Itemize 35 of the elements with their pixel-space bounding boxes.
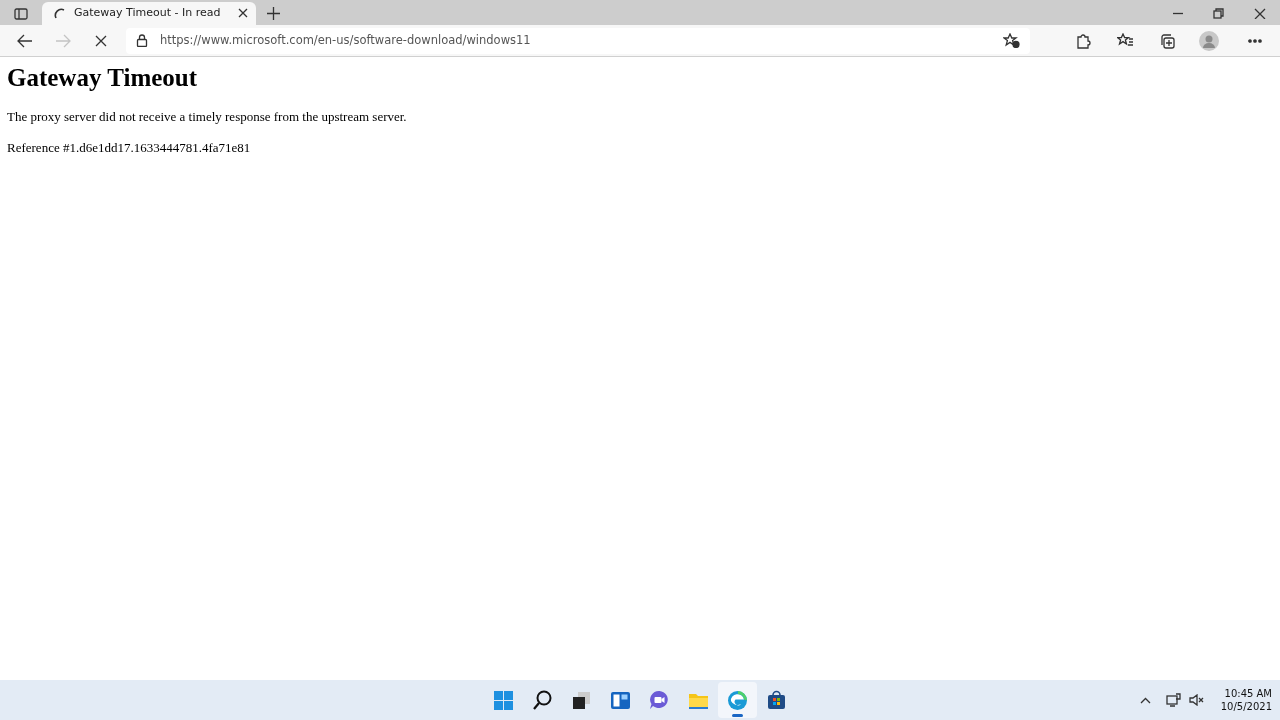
network-icon[interactable] xyxy=(1165,693,1181,707)
chat-icon xyxy=(649,689,670,711)
puzzle-icon xyxy=(1074,32,1092,49)
start-icon xyxy=(493,689,514,711)
lock-icon xyxy=(136,34,148,47)
star-list-icon xyxy=(1116,32,1134,49)
star-add-icon[interactable] xyxy=(1003,33,1020,48)
clock-time: 10:45 AM xyxy=(1223,687,1272,700)
widgets-icon xyxy=(610,689,631,711)
collections-icon xyxy=(1158,32,1176,49)
chevron-up-icon xyxy=(1140,696,1152,704)
reference-text: Reference #1.d6e1dd17.1633444781.4fa71e81 xyxy=(7,138,252,157)
plus-icon xyxy=(266,7,280,20)
close-icon xyxy=(95,34,107,47)
close-icon xyxy=(1253,8,1266,19)
url-text: https://www.microsoft.com/en-us/software-download/windows11 xyxy=(160,31,532,49)
more-icon xyxy=(1248,38,1262,43)
clock[interactable]: 10:45 AM 10/5/2021 xyxy=(1220,687,1272,713)
browser-tab[interactable]: Gateway Timeout - In read xyxy=(42,2,256,25)
back-arrow-icon xyxy=(17,33,33,48)
address-bar[interactable]: https://www.microsoft.com/en-us/software-download/windows11 xyxy=(126,27,1030,54)
avatar-icon xyxy=(1199,30,1219,51)
error-message: The proxy server did not receive a timely response from the upstream server. xyxy=(7,108,408,126)
restore-icon xyxy=(1212,8,1225,19)
loading-spinner-icon xyxy=(54,7,66,20)
page-heading: Gateway Timeout xyxy=(7,63,199,93)
task-view-icon xyxy=(571,689,592,711)
browser-icon xyxy=(727,689,748,711)
search-icon xyxy=(532,689,553,711)
close-icon[interactable] xyxy=(238,8,248,19)
forward-arrow-icon xyxy=(55,33,71,48)
store-icon xyxy=(766,689,787,711)
window-icon xyxy=(14,7,28,20)
speaker-muted-icon[interactable] xyxy=(1188,694,1205,706)
clock-date: 10/5/2021 xyxy=(1220,700,1272,713)
